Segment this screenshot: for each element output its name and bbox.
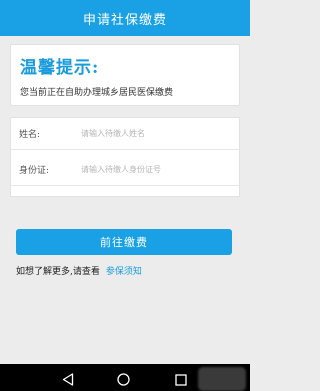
notice-title: 温馨提示: bbox=[20, 58, 100, 78]
back-icon[interactable] bbox=[62, 371, 74, 390]
recent-apps-icon[interactable] bbox=[175, 371, 187, 390]
insurance-notice-link[interactable]: 参保须知 bbox=[106, 267, 142, 277]
id-row: 身份证: bbox=[11, 154, 241, 186]
more-info-text: 如想了解更多,请查看 bbox=[16, 267, 100, 277]
name-label: 姓名: bbox=[19, 130, 41, 140]
payer-form: 姓名: 身份证: bbox=[10, 117, 241, 197]
notice-text: 您当前正在自助办理城乡居民医保缴费 bbox=[20, 88, 174, 98]
name-row: 姓名: bbox=[11, 118, 241, 150]
blurred-overlay bbox=[198, 367, 246, 391]
home-icon[interactable] bbox=[117, 371, 130, 390]
app-header: 申请社保缴费 bbox=[0, 0, 250, 36]
name-input[interactable] bbox=[81, 122, 231, 145]
system-nav-bar bbox=[0, 364, 250, 391]
notice-card: 温馨提示: 您当前正在自助办理城乡居民医保缴费 bbox=[10, 44, 240, 106]
go-pay-button[interactable]: 前往缴费 bbox=[16, 229, 232, 255]
id-label: 身份证: bbox=[19, 166, 50, 176]
page-title: 申请社保缴费 bbox=[82, 12, 167, 28]
more-info: 如想了解更多,请查看 参保须知 bbox=[16, 264, 142, 277]
id-number-input[interactable] bbox=[81, 158, 231, 181]
